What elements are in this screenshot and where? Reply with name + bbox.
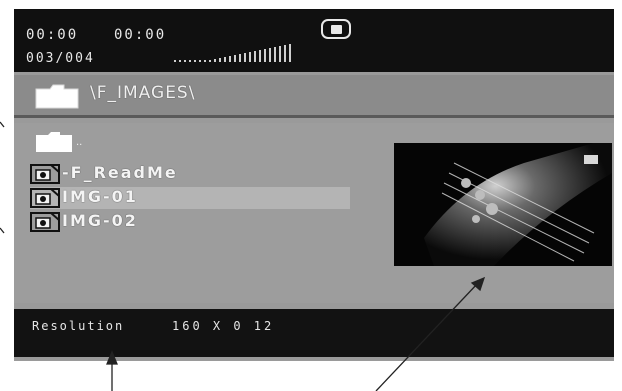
total-time: 00:00 (114, 27, 167, 43)
image-file-icon (30, 164, 60, 184)
stop-icon (331, 25, 342, 34)
file-item-readme[interactable]: -F_ReadMe (30, 163, 350, 185)
parent-folder-icon[interactable] (34, 131, 74, 153)
file-name: IMG-01 (62, 187, 138, 206)
parent-folder-label[interactable]: .. (76, 137, 82, 148)
resolution-label: Resolution (32, 319, 125, 333)
stop-button[interactable] (321, 19, 351, 39)
elapsed-time: 00:00 (26, 27, 79, 43)
media-player-screen: 00:00 00:00 003/004 \F_IMAGES\ .. -F_Rea… (14, 9, 614, 361)
image-thumbnail (394, 143, 612, 266)
status-bar: 00:00 00:00 003/004 (14, 9, 614, 72)
file-item-img-02[interactable]: IMG-02 (30, 211, 350, 233)
current-path: \F_IMAGES\ (90, 83, 196, 103)
image-file-icon (30, 212, 60, 232)
path-bar: \F_IMAGES\ (14, 75, 614, 118)
file-name: IMG-02 (62, 211, 138, 230)
image-preview (394, 143, 612, 266)
folder-icon (35, 84, 79, 109)
progress-indicator (174, 44, 291, 62)
file-item-img-01[interactable]: IMG-01 (30, 187, 350, 209)
file-counter: 003/004 (26, 51, 95, 66)
info-bar: Resolution 160 X 0 12 (14, 309, 614, 357)
resolution-value: 160 X 0 12 (172, 319, 275, 333)
image-file-icon (30, 188, 60, 208)
file-name: -F_ReadMe (62, 163, 178, 182)
